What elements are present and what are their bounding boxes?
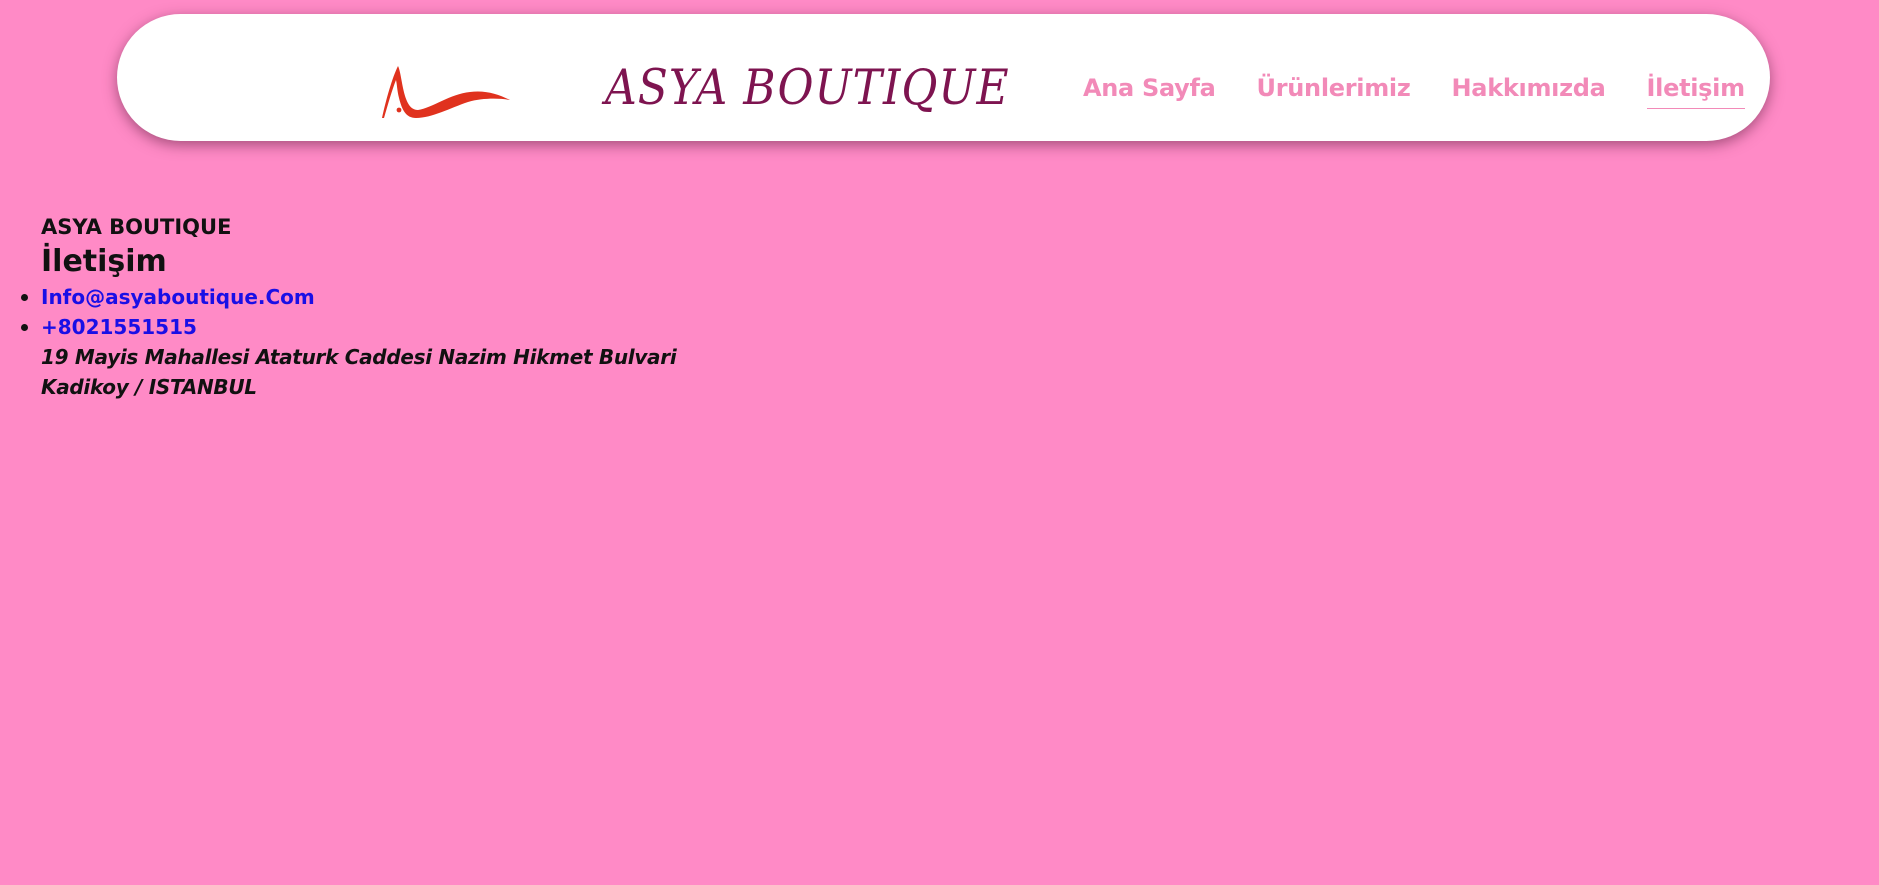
contact-list: Info@asyaboutique.Com +8021551515 — [20, 282, 676, 342]
nav-link-iletisim[interactable]: İletişim — [1646, 74, 1745, 109]
contact-heading: İletişim — [41, 244, 167, 279]
site-header: ASYA BOUTIQUE Ana Sayfa Ürünlerimiz Hakk… — [117, 14, 1770, 141]
address-line-2: Kadikoy / ISTANBUL — [41, 375, 257, 399]
main-nav: Ana Sayfa Ürünlerimiz Hakkımızda İletişi… — [1083, 74, 1745, 109]
nav-link-ana-sayfa[interactable]: Ana Sayfa — [1083, 74, 1216, 109]
nav-link-hakkimizda[interactable]: Hakkımızda — [1452, 74, 1606, 109]
brand-title[interactable]: ASYA BOUTIQUE — [605, 60, 1010, 116]
email-link[interactable]: Info@asyaboutique.Com — [41, 285, 315, 309]
logo-swoosh-icon — [382, 66, 510, 118]
asya-logo-icon[interactable] — [370, 50, 515, 126]
contact-item-email: Info@asyaboutique.Com — [20, 282, 676, 312]
contact-item-phone: +8021551515 — [20, 312, 676, 342]
phone-link[interactable]: +8021551515 — [41, 315, 197, 339]
address-line-1: 19 Mayis Mahallesi Ataturk Caddesi Nazim… — [41, 345, 677, 369]
site-name: ASYA BOUTIQUE — [41, 215, 232, 239]
nav-link-urunlerimiz[interactable]: Ürünlerimiz — [1257, 74, 1411, 109]
contact-section: ASYA BOUTIQUE İletişim Info@asyaboutique… — [20, 212, 677, 402]
